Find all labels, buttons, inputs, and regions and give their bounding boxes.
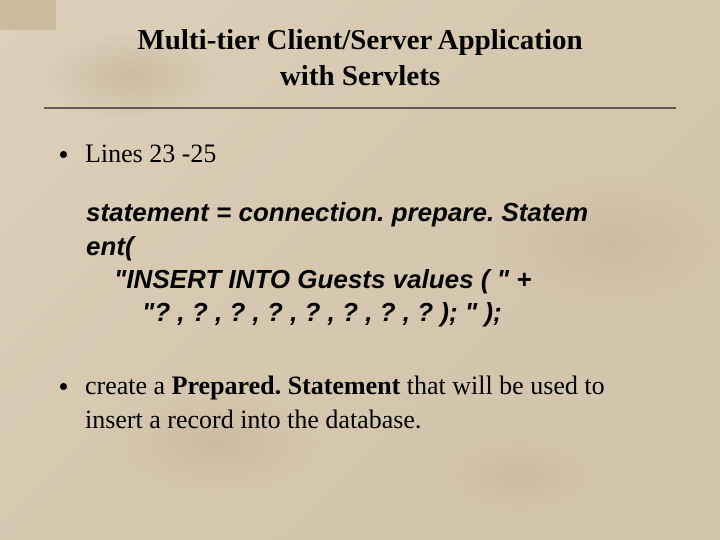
bullet-dot-icon [60,383,67,390]
code-line: "INSERT INTO Guests values ( " + [86,263,660,296]
bullet-item: Lines 23 -25 [60,137,660,171]
bullet-dot-icon [60,151,67,158]
text-run: create a [85,371,172,400]
text-bold: Prepared. Statement [172,371,401,400]
title-line-2: with Servlets [280,60,440,92]
title-block: Multi-tier Client/Server Application wit… [44,0,676,109]
slide: Multi-tier Client/Server Application wit… [0,0,720,540]
code-line: ent( [86,230,660,263]
slide-body: Lines 23 -25 statement = connection. pre… [0,109,720,437]
bullet-text: create a Prepared. Statement that will b… [85,369,660,437]
code-block: statement = connection. prepare. Statem … [60,196,660,329]
bullet-text: Lines 23 -25 [85,137,660,171]
code-line: statement = connection. prepare. Statem [86,196,660,229]
slide-title: Multi-tier Client/Server Application wit… [44,22,676,95]
corner-decoration [0,0,56,30]
code-line: "? , ? , ? , ? , ? , ? , ? , ? ); " ); [86,296,660,329]
bullet-item: create a Prepared. Statement that will b… [60,369,660,437]
title-line-1: Multi-tier Client/Server Application [137,24,582,56]
